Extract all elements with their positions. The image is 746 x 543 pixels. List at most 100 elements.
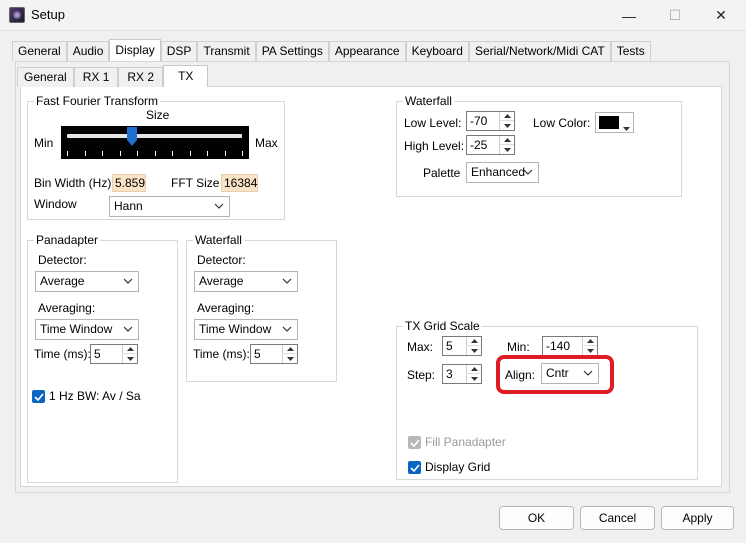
main-tab-strip: General Audio Display DSP Transmit PA Se…: [12, 39, 651, 61]
chevron-down-icon: [123, 320, 133, 332]
close-button[interactable]: ✕: [698, 0, 744, 31]
spin-down-icon[interactable]: [500, 121, 514, 130]
spin-up-icon[interactable]: [467, 365, 481, 374]
tab-general[interactable]: General: [12, 41, 67, 61]
subtab-rx2[interactable]: RX 2: [118, 67, 164, 87]
subtab-rx1[interactable]: RX 1: [73, 67, 119, 87]
spin-up-icon[interactable]: [283, 345, 297, 354]
tab-tests[interactable]: Tests: [610, 41, 651, 61]
slider-tick: [189, 151, 191, 156]
low-level-spinner[interactable]: -70: [466, 111, 515, 131]
checkmark-icon: [409, 438, 420, 447]
high-level-label: High Level:: [404, 139, 465, 153]
spin-down-icon[interactable]: [500, 145, 514, 154]
palette-select[interactable]: Enhanced: [466, 162, 539, 183]
window-select[interactable]: Hann: [109, 196, 230, 217]
fft-group-label: Fast Fourier Transform: [34, 94, 161, 108]
grid-step-spinner[interactable]: 3: [442, 364, 482, 384]
minimize-button[interactable]: —: [606, 0, 652, 31]
color-swatch: [599, 116, 619, 129]
maximize-button[interactable]: ☐: [652, 0, 698, 31]
pan-detector-select[interactable]: Average: [35, 271, 139, 292]
slider-tick: [172, 151, 173, 156]
tab-serial-network-midi-cat[interactable]: Serial/Network/Midi CAT: [468, 41, 611, 61]
spin-down-icon[interactable]: [467, 374, 481, 383]
slider-tick: [119, 151, 121, 156]
wf-averaging-value: Time Window: [199, 322, 272, 336]
window-title: Setup: [31, 7, 65, 22]
high-level-spinner[interactable]: -25: [466, 135, 515, 155]
pan-averaging-select[interactable]: Time Window: [35, 319, 139, 340]
wf-averaging-select[interactable]: Time Window: [194, 319, 298, 340]
wf-detector-select[interactable]: Average: [194, 271, 298, 292]
checkmark-icon: [409, 463, 420, 472]
low-color-picker[interactable]: [595, 112, 634, 133]
slider-tick: [137, 151, 138, 156]
slider-tick: [207, 151, 208, 156]
grid-max-label: Max:: [407, 340, 434, 354]
dropdown-arrow-icon: [623, 120, 630, 134]
wf-detector-label: Detector:: [197, 253, 246, 267]
slider-tick: [102, 151, 103, 156]
pan-averaging-label: Averaging:: [38, 301, 96, 315]
wf-time-spinner[interactable]: 5: [250, 344, 298, 364]
spin-down-icon[interactable]: [123, 354, 137, 363]
bw-checkbox-label[interactable]: 1 Hz BW: Av / Sa: [49, 389, 141, 403]
spin-down-icon[interactable]: [467, 346, 481, 355]
low-color-label: Low Color:: [533, 116, 591, 130]
spin-down-icon[interactable]: [283, 354, 297, 363]
high-level-value: -25: [470, 138, 488, 152]
fill-panadapter-checkbox[interactable]: [408, 436, 421, 449]
display-grid-checkbox[interactable]: [408, 461, 421, 474]
tab-transmit[interactable]: Transmit: [197, 41, 256, 61]
grid-max-value: 5: [446, 339, 453, 353]
bw-checkbox[interactable]: [32, 390, 45, 403]
fft-size-slider[interactable]: [61, 126, 249, 159]
fft-size-label: Size: [146, 108, 170, 122]
tab-dsp[interactable]: DSP: [160, 41, 198, 61]
apply-button[interactable]: Apply: [661, 506, 734, 530]
grid-max-spinner[interactable]: 5: [442, 336, 482, 356]
display-grid-label[interactable]: Display Grid: [425, 460, 490, 474]
grid-step-label: Step:: [407, 368, 436, 382]
slider-thumb[interactable]: [126, 127, 137, 146]
fft-size-value: 16384: [221, 174, 258, 192]
grid-min-value: -140: [546, 339, 571, 353]
ok-button[interactable]: OK: [499, 506, 574, 530]
tab-keyboard[interactable]: Keyboard: [405, 41, 469, 61]
spin-up-icon[interactable]: [500, 136, 514, 145]
subtab-tx[interactable]: TX: [163, 65, 209, 87]
slider-ticks: [67, 151, 243, 157]
chevron-down-icon: [523, 163, 533, 175]
pan-averaging-value: Time Window: [40, 322, 113, 336]
spin-up-icon[interactable]: [467, 337, 481, 346]
display-sub-tab-strip: General RX 1 RX 2 TX: [17, 65, 209, 87]
tab-appearance[interactable]: Appearance: [328, 41, 406, 61]
spin-up-icon[interactable]: [500, 112, 514, 121]
spin-up-icon[interactable]: [123, 345, 137, 354]
tab-audio[interactable]: Audio: [66, 41, 110, 61]
cancel-button[interactable]: Cancel: [580, 506, 655, 530]
palette-select-value: Enhanced: [471, 165, 526, 179]
tab-pa-settings[interactable]: PA Settings: [255, 41, 329, 61]
chevron-down-icon: [214, 197, 224, 209]
pan-time-spinner[interactable]: 5: [90, 344, 138, 364]
spin-down-icon[interactable]: [583, 346, 597, 355]
tx-grid-scale-group-label: TX Grid Scale: [403, 319, 482, 333]
grid-min-spinner[interactable]: -140: [542, 336, 598, 356]
chevron-down-icon: [282, 272, 292, 284]
palette-label: Palette: [423, 166, 461, 180]
grid-min-label: Min:: [507, 340, 530, 354]
checkmark-icon: [33, 392, 44, 401]
slider-tick: [224, 151, 226, 156]
spin-up-icon[interactable]: [583, 337, 597, 346]
app-icon: [9, 7, 25, 23]
chevron-down-icon: [282, 320, 292, 332]
wf-averaging-label: Averaging:: [197, 301, 255, 315]
waterfall-detector-group-label: Waterfall: [193, 233, 244, 247]
subtab-general[interactable]: General: [17, 67, 74, 87]
tab-display[interactable]: Display: [109, 39, 161, 61]
wf-time-value: 5: [254, 347, 261, 361]
waterfall-levels-group-label: Waterfall: [403, 94, 454, 108]
fft-min-label: Min: [34, 136, 54, 150]
